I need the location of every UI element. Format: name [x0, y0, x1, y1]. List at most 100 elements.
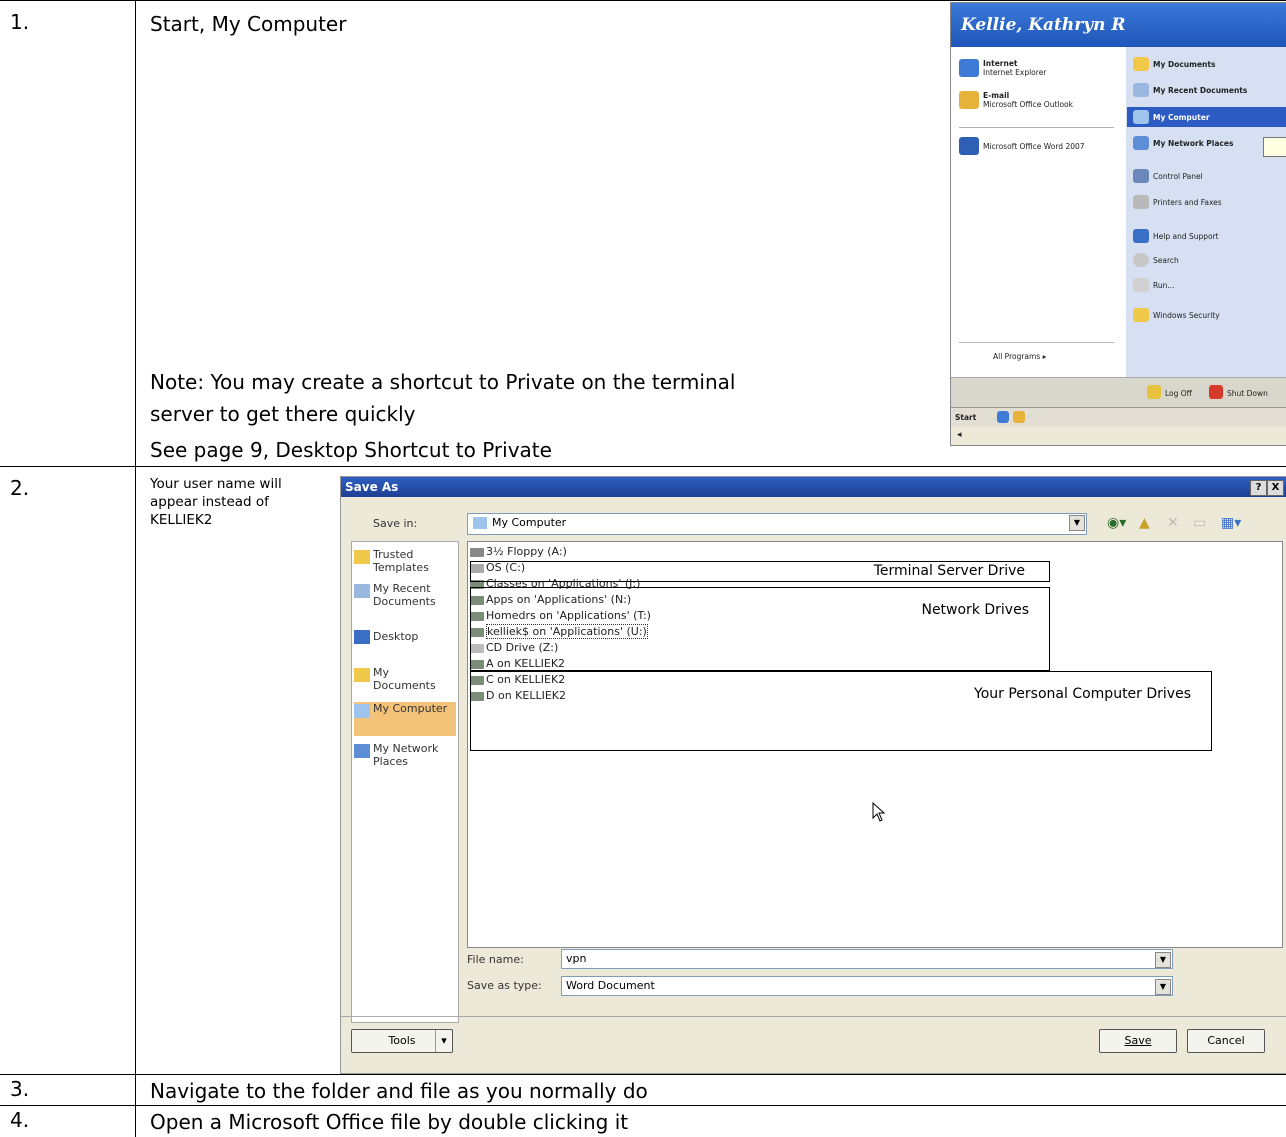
tools-label: Tools	[388, 1034, 416, 1047]
chevron-down-icon[interactable]: ▼	[1155, 979, 1171, 995]
new-folder-icon[interactable]: ▭	[1193, 515, 1206, 531]
delete-icon[interactable]: ✕	[1167, 515, 1179, 531]
chevron-down-icon[interactable]: ▼	[1069, 515, 1085, 531]
row-divider	[0, 1074, 1286, 1075]
folder-icon	[1133, 57, 1149, 71]
place-label: My Documents	[373, 666, 436, 692]
tools-button[interactable]: Tools ▾	[351, 1029, 453, 1053]
file-name-value: vpn	[566, 952, 587, 965]
start-item-internet[interactable]: Internet	[983, 59, 1018, 68]
quick-launch-folder-icon[interactable]	[1013, 411, 1025, 423]
save-as-type-label: Save as type:	[467, 979, 542, 992]
start-item-control-panel[interactable]: Control Panel	[1153, 172, 1203, 181]
folder-icon	[354, 668, 370, 682]
internet-explorer-icon	[959, 59, 979, 77]
step-note: Your user name will appear instead of KE…	[150, 476, 282, 528]
shut-down-button[interactable]: Shut Down	[1227, 389, 1268, 398]
start-menu: Kellie, Kathryn R Internet Internet Expl…	[950, 2, 1286, 446]
step-number: 4.	[10, 1108, 30, 1132]
menu-separator	[959, 127, 1114, 128]
start-item-printers[interactable]: Printers and Faxes	[1153, 198, 1222, 207]
save-as-type-select[interactable]: Word Document ▼	[561, 976, 1173, 996]
row-divider	[0, 1105, 1286, 1106]
annotation-label: Terminal Server Drive	[873, 563, 1025, 579]
help-button[interactable]: ?	[1250, 480, 1267, 496]
start-menu-left-pane: Internet Internet Explorer E-mail Micros…	[951, 47, 1126, 377]
start-item-recent-documents[interactable]: My Recent Documents	[1153, 86, 1247, 95]
place-my-documents[interactable]: My Documents	[354, 666, 456, 696]
floppy-drive-icon	[470, 547, 484, 557]
menu-separator	[959, 342, 1114, 343]
network-icon	[1133, 136, 1149, 150]
save-button[interactable]: Save	[1099, 1029, 1177, 1053]
start-button[interactable]: Start	[955, 413, 976, 422]
help-icon	[1133, 229, 1149, 243]
place-my-computer[interactable]: My Computer	[354, 702, 456, 736]
tooltip	[1263, 137, 1286, 157]
log-off-button[interactable]: Log Off	[1165, 389, 1192, 398]
place-label: Desktop	[373, 630, 419, 643]
step-text: Start, My Computer	[150, 12, 347, 36]
scroll-left-arrow-icon[interactable]: ◂	[957, 431, 962, 440]
start-item-my-computer[interactable]: My Computer	[1153, 113, 1210, 122]
all-programs-link[interactable]: All Programs ▸	[993, 352, 1046, 361]
chevron-down-icon[interactable]: ▼	[1155, 952, 1171, 968]
start-item-word[interactable]: Microsoft Office Word 2007	[983, 142, 1085, 151]
back-icon[interactable]: ◉▾	[1107, 515, 1126, 531]
step-note-line: server to get there quickly	[150, 402, 416, 426]
outlook-icon	[959, 91, 979, 109]
list-item[interactable]: 3½ Floppy (A:)	[470, 544, 567, 559]
recent-documents-icon	[1133, 83, 1149, 97]
places-bar: Trusted Templates My Recent Documents De…	[351, 541, 459, 1023]
save-in-label: Save in:	[373, 517, 418, 530]
start-item-email[interactable]: E-mail	[983, 91, 1009, 100]
network-drives-box: Network Drives	[470, 587, 1050, 671]
start-item-run[interactable]: Run...	[1153, 281, 1175, 290]
step-text: Open a Microsoft Office file by double c…	[150, 1110, 629, 1134]
step-number: 1.	[10, 10, 30, 34]
log-off-icon	[1147, 385, 1161, 399]
start-item-security[interactable]: Windows Security	[1153, 311, 1220, 320]
save-as-type-value: Word Document	[566, 979, 655, 992]
start-item-my-documents[interactable]: My Documents	[1153, 60, 1215, 69]
row-divider	[0, 466, 1286, 467]
chevron-down-icon[interactable]: ▾	[435, 1030, 452, 1052]
control-panel-icon	[1133, 169, 1149, 183]
cancel-button[interactable]: Cancel	[1187, 1029, 1265, 1053]
place-trusted-templates[interactable]: Trusted Templates	[354, 548, 456, 578]
step-note-line: Note: You may create a shortcut to Priva…	[150, 370, 736, 394]
place-recent-documents[interactable]: My Recent Documents	[354, 582, 456, 612]
taskbar: Start	[951, 407, 1286, 428]
computer-icon	[354, 704, 370, 718]
file-name-label: File name:	[467, 953, 524, 966]
desktop-icon	[354, 630, 370, 644]
file-name-input[interactable]: vpn ▼	[561, 949, 1173, 969]
start-item-network-places[interactable]: My Network Places	[1153, 139, 1233, 148]
annotation-label: Network Drives	[921, 602, 1029, 618]
save-as-dialog: Save As ? X Save in: My Computer ▼ ◉▾ ▲ …	[340, 476, 1286, 1074]
column-divider	[135, 0, 136, 1137]
step-text: Navigate to the folder and file as you n…	[150, 1079, 648, 1103]
computer-icon	[473, 517, 487, 529]
folder-icon	[354, 550, 370, 564]
search-icon	[1133, 253, 1149, 267]
up-folder-icon[interactable]: ▲	[1139, 515, 1150, 531]
security-icon	[1133, 308, 1149, 322]
network-icon	[354, 744, 370, 758]
personal-drives-box: Your Personal Computer Drives	[470, 671, 1212, 751]
run-icon	[1133, 278, 1149, 292]
start-item-email-sub: Microsoft Office Outlook	[983, 100, 1073, 109]
views-icon[interactable]: ▦▾	[1221, 515, 1241, 531]
start-item-search[interactable]: Search	[1153, 256, 1179, 265]
close-button[interactable]: X	[1267, 480, 1284, 496]
row-divider	[0, 0, 1286, 1]
computer-icon	[1133, 110, 1149, 124]
save-in-value: My Computer	[492, 516, 567, 529]
save-in-combo[interactable]: My Computer ▼	[467, 513, 1087, 535]
place-network-places[interactable]: My Network Places	[354, 742, 456, 772]
place-desktop[interactable]: Desktop	[354, 628, 456, 646]
start-item-help[interactable]: Help and Support	[1153, 232, 1219, 241]
horizontal-scrollbar[interactable]: ◂	[951, 427, 1286, 445]
quick-launch-ie-icon[interactable]	[997, 411, 1009, 423]
place-label: Trusted Templates	[373, 548, 429, 574]
